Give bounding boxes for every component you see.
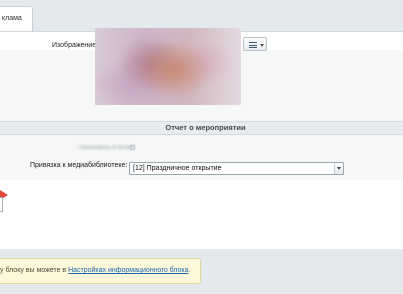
tab-advertising[interactable]: клама bbox=[0, 6, 33, 32]
blurred-checkbox[interactable] bbox=[130, 145, 135, 150]
info-notice: у блоку вы можете в Настройках информаци… bbox=[0, 258, 201, 284]
notice-prefix: у блоку вы можете в bbox=[0, 267, 69, 274]
hamburger-menu-icon bbox=[249, 42, 257, 48]
notice-suffix: . bbox=[188, 267, 191, 274]
chevron-down-icon bbox=[260, 44, 264, 47]
section-title: Отчет о мероприятии bbox=[165, 123, 246, 132]
section-header: Отчет о мероприятии bbox=[0, 121, 403, 135]
image-field-label: Изображение bbox=[52, 42, 97, 49]
image-preview bbox=[95, 28, 241, 105]
dropdown-arrow-icon[interactable] bbox=[334, 163, 343, 174]
media-library-label: Привязка к медиабиблиотеке: bbox=[30, 162, 128, 169]
tab-bar: клама bbox=[0, 0, 403, 32]
iblock-settings-link[interactable]: Настройках информационного блока bbox=[68, 267, 188, 274]
blurred-field-label: Показывать в блоке bbox=[78, 145, 134, 151]
media-library-selected-value: [12] Праздничное открытие bbox=[133, 165, 222, 172]
cut-off-button[interactable] bbox=[0, 197, 3, 212]
image-thumbnail[interactable] bbox=[95, 28, 241, 105]
tab-label: клама bbox=[2, 15, 22, 22]
image-menu-button[interactable] bbox=[243, 37, 267, 51]
media-library-select[interactable]: [12] Праздничное открытие bbox=[129, 162, 344, 175]
